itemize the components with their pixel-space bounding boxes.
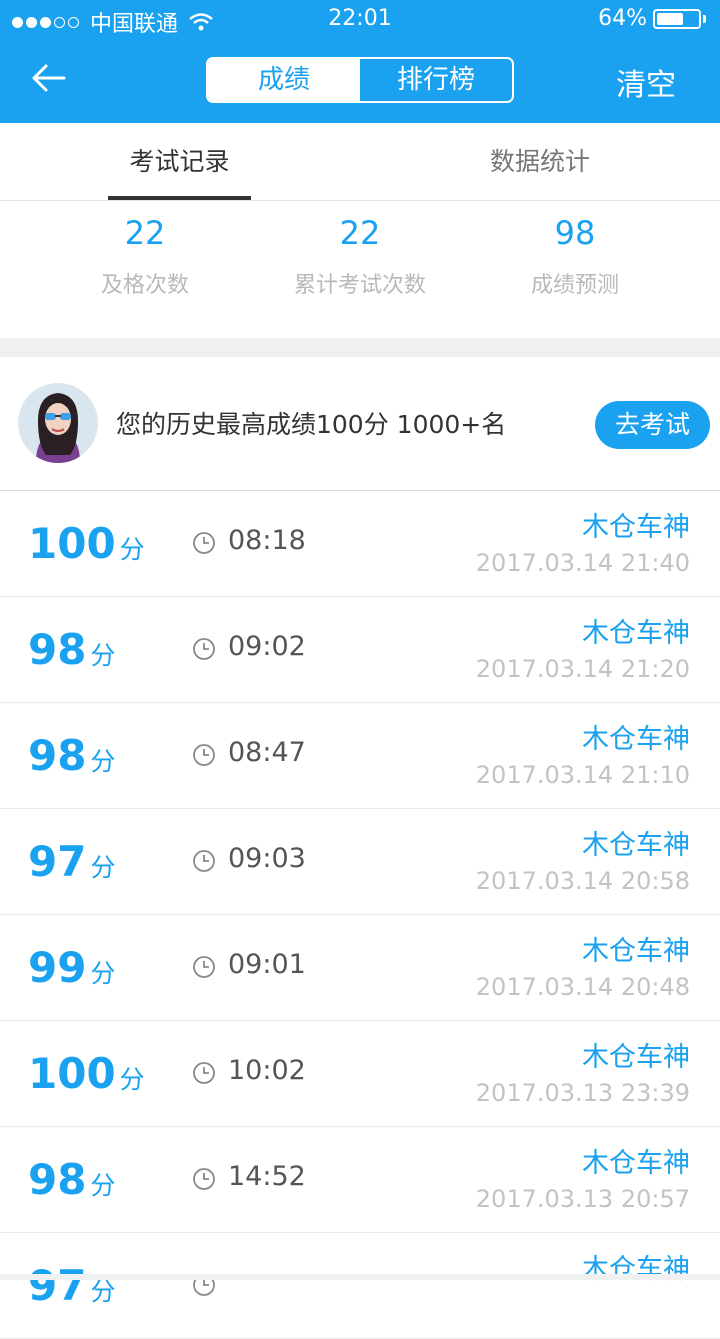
stat-score-prediction: 98 成绩预测 [455,211,695,299]
go-exam-button[interactable]: 去考试 [595,401,710,449]
record-date: 2017.03.14 20:48 [475,973,690,1001]
score-value: 98 [28,731,87,780]
tab-exam-records[interactable]: 考试记录 [108,123,251,200]
best-score-text: 您的历史最高成绩100分 1000+名 [116,410,507,439]
clock-icon [193,850,215,872]
clock-icon [193,532,215,554]
score-unit: 分 [90,747,116,776]
score-value: 98 [28,625,87,674]
list-item[interactable]: 100 分 08:18 木仓车神 2017.03.14 21:40 [0,491,720,597]
record-username: 木仓车神 [582,1148,690,1179]
section-divider [0,338,720,357]
battery-tip [703,14,706,23]
record-username: 木仓车神 [582,1042,690,1073]
record-duration: 09:01 [228,949,306,980]
score-unit: 分 [119,535,145,564]
clock-icon [193,638,215,660]
score-unit: 分 [90,959,116,988]
stat-label: 成绩预测 [530,273,619,298]
record-duration: 09:02 [228,631,306,662]
score-unit: 分 [90,641,116,670]
list-item[interactable]: 99 分 09:01 木仓车神 2017.03.14 20:48 [0,915,720,1021]
record-username: 木仓车神 [582,1254,690,1285]
battery-fill [657,12,683,25]
record-score: 100 分 [28,1049,145,1105]
status-bar: 中国联通 22:01 64% [0,0,720,40]
stat-value: 22 [339,214,381,252]
record-score: 98 分 [28,625,115,681]
bottom-edge [0,1274,720,1280]
record-score: 99 分 [28,943,115,999]
record-score: 97 分 [28,1261,115,1317]
battery-status: 64% [598,6,706,31]
record-duration: 09:03 [228,843,306,874]
best-score-banner: 您的历史最高成绩100分 1000+名 去考试 [0,357,720,491]
list-item[interactable]: 97 分 木仓车神 [0,1233,720,1339]
record-score: 100 分 [28,519,145,575]
stat-label: 及格次数 [100,273,189,298]
tab-statistics[interactable]: 数据统计 [470,123,610,200]
list-item[interactable]: 98 分 14:52 木仓车神 2017.03.13 20:57 [0,1127,720,1233]
record-date: 2017.03.14 21:10 [475,761,690,789]
stats-panel: 22 及格次数 22 累计考试次数 98 成绩预测 [0,201,720,338]
stat-value: 98 [554,214,596,252]
tab-bar: 考试记录 数据统计 [0,123,720,201]
record-duration: 14:52 [228,1161,306,1192]
segmented-control: 成绩 排行榜 [206,57,514,103]
score-unit: 分 [90,1277,116,1306]
records-list: 100 分 08:18 木仓车神 2017.03.14 21:40 98 分 09:02 木仓车… [0,491,720,1339]
score-value: 97 [28,1261,87,1310]
record-score: 97 分 [28,837,115,893]
clock-icon [193,1062,215,1084]
record-username: 木仓车神 [582,724,690,755]
list-item[interactable]: 97 分 09:03 木仓车神 2017.03.14 20:58 [0,809,720,915]
list-item[interactable]: 98 分 09:02 木仓车神 2017.03.14 21:20 [0,597,720,703]
clear-button[interactable]: 清空 [616,60,676,104]
score-value: 99 [28,943,87,992]
record-username: 木仓车神 [582,512,690,543]
record-date: 2017.03.13 23:39 [475,1079,690,1107]
record-date: 2017.03.14 21:20 [475,655,690,683]
record-username: 木仓车神 [582,830,690,861]
clock-icon [193,744,215,766]
record-score: 98 分 [28,1155,115,1211]
score-value: 98 [28,1155,87,1204]
score-value: 100 [28,519,116,568]
score-unit: 分 [90,853,116,882]
stat-total-exams: 22 累计考试次数 [240,211,480,299]
stat-label: 累计考试次数 [293,273,426,298]
clock-icon [193,1168,215,1190]
app-header: 中国联通 22:01 64% 成绩 排行榜 清空 [0,0,720,123]
active-tab-indicator [108,196,251,200]
segment-ranking[interactable]: 排行榜 [360,59,512,101]
back-arrow-icon[interactable] [28,58,68,98]
record-username: 木仓车神 [582,618,690,649]
battery-percent: 64% [598,6,647,31]
record-date: 2017.03.14 21:40 [475,549,690,577]
score-value: 100 [28,1049,116,1098]
record-duration: 08:47 [228,737,306,768]
record-duration: 08:18 [228,525,306,556]
score-unit: 分 [90,1171,116,1200]
score-unit: 分 [119,1065,145,1094]
list-item[interactable]: 98 分 08:47 木仓车神 2017.03.14 21:10 [0,703,720,809]
battery-icon [653,8,701,29]
list-item[interactable]: 100 分 10:02 木仓车神 2017.03.13 23:39 [0,1021,720,1127]
stat-pass-count: 22 及格次数 [25,211,265,299]
record-score: 98 分 [28,731,115,787]
record-date: 2017.03.14 20:58 [475,867,690,895]
segment-scores[interactable]: 成绩 [208,59,360,101]
stat-value: 22 [124,214,166,252]
record-duration: 10:02 [228,1055,306,1086]
record-date: 2017.03.13 20:57 [475,1185,690,1213]
record-username: 木仓车神 [582,936,690,967]
avatar [18,383,98,463]
score-value: 97 [28,837,87,886]
clock-icon [193,956,215,978]
